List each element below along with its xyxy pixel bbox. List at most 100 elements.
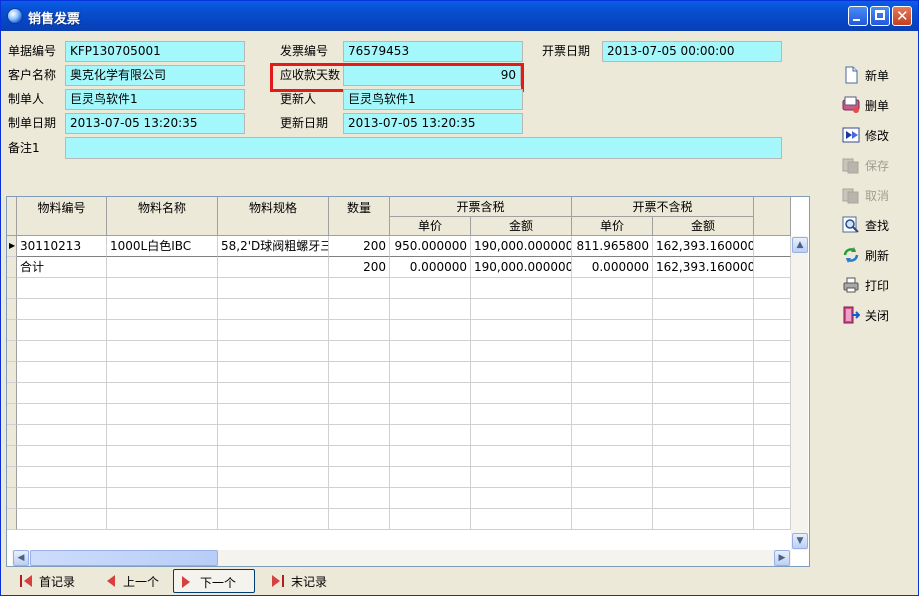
cell-material-no[interactable]: 合计	[17, 257, 107, 278]
cell-filler[interactable]	[754, 341, 791, 362]
cell-material-name[interactable]	[107, 362, 218, 383]
row-indicator[interactable]	[7, 488, 17, 509]
customer-field[interactable]: 奥克化学有限公司	[65, 65, 245, 86]
cell-qty[interactable]	[329, 446, 390, 467]
invoice-date-field[interactable]: 2013-07-05 00:00:00	[602, 41, 782, 62]
minimize-button[interactable]	[848, 6, 868, 26]
row-indicator[interactable]	[7, 278, 17, 299]
cell-material-no[interactable]: 30110213	[17, 236, 107, 257]
cell-material-spec[interactable]	[218, 362, 329, 383]
cell-filler[interactable]	[754, 257, 791, 278]
row-indicator[interactable]	[7, 341, 17, 362]
cell-notax-price[interactable]	[572, 467, 653, 488]
cell-material-name[interactable]	[107, 404, 218, 425]
cell-notax-price[interactable]	[572, 362, 653, 383]
cell-filler[interactable]	[754, 509, 791, 530]
cell-material-spec[interactable]	[218, 446, 329, 467]
cell-tax-amount[interactable]	[471, 341, 572, 362]
cell-tax-price[interactable]	[390, 341, 471, 362]
cell-notax-amount[interactable]	[653, 467, 754, 488]
cell-qty[interactable]	[329, 278, 390, 299]
col-tax-unit-price[interactable]: 单价	[390, 217, 471, 236]
cell-material-no[interactable]	[17, 299, 107, 320]
updated-date-field[interactable]: 2013-07-05 13:20:35	[343, 113, 523, 134]
row-indicator[interactable]: ▶	[7, 236, 17, 257]
cell-notax-amount[interactable]	[653, 362, 754, 383]
col-material-no[interactable]: 物料编号	[17, 197, 107, 236]
horizontal-scroll-thumb[interactable]	[30, 550, 218, 566]
cell-tax-amount[interactable]	[471, 383, 572, 404]
cell-filler[interactable]	[754, 299, 791, 320]
row-indicator[interactable]	[7, 299, 17, 320]
cell-material-spec[interactable]	[218, 488, 329, 509]
cell-qty[interactable]	[329, 299, 390, 320]
cell-material-name[interactable]	[107, 509, 218, 530]
cell-material-name[interactable]	[107, 425, 218, 446]
prev-record-button[interactable]: 上一个	[97, 569, 171, 593]
cell-notax-price[interactable]	[572, 320, 653, 341]
cell-notax-amount[interactable]	[653, 341, 754, 362]
cell-notax-amount[interactable]	[653, 278, 754, 299]
cell-material-spec[interactable]	[218, 404, 329, 425]
cell-filler[interactable]	[754, 236, 791, 257]
next-record-button[interactable]: 下一个	[173, 569, 255, 593]
first-record-button[interactable]: 首记录	[13, 569, 93, 593]
cell-material-name[interactable]	[107, 488, 218, 509]
cell-tax-price[interactable]	[390, 509, 471, 530]
col-material-spec[interactable]: 物料规格	[218, 197, 329, 236]
refresh-button[interactable]: 刷新	[839, 242, 909, 268]
cell-qty[interactable]	[329, 383, 390, 404]
cell-qty[interactable]: 200	[329, 257, 390, 278]
cell-qty[interactable]	[329, 320, 390, 341]
cell-filler[interactable]	[754, 320, 791, 341]
cell-material-spec[interactable]	[218, 320, 329, 341]
cell-tax-price[interactable]	[390, 299, 471, 320]
cell-tax-price[interactable]	[390, 467, 471, 488]
creator-field[interactable]: 巨灵鸟软件1	[65, 89, 245, 110]
cell-tax-price[interactable]	[390, 362, 471, 383]
cell-tax-amount[interactable]	[471, 404, 572, 425]
scroll-left-button[interactable]: ◀	[13, 550, 29, 566]
cell-qty[interactable]: 200	[329, 236, 390, 257]
col-notax-unit-price[interactable]: 单价	[572, 217, 653, 236]
cell-tax-amount[interactable]	[471, 278, 572, 299]
delete-button[interactable]: 删单	[839, 92, 909, 118]
cell-tax-price[interactable]	[390, 446, 471, 467]
invoice-detail-grid[interactable]: 物料编号 物料名称 物料规格 数量 开票含税 单价 金额 开票不含税 单价 金额…	[6, 196, 810, 567]
cell-material-no[interactable]	[17, 467, 107, 488]
cell-material-no[interactable]	[17, 341, 107, 362]
cell-notax-amount[interactable]	[653, 446, 754, 467]
cell-material-no[interactable]	[17, 509, 107, 530]
close-button[interactable]: 关闭	[839, 302, 909, 328]
cell-notax-amount[interactable]	[653, 383, 754, 404]
cell-tax-amount[interactable]	[471, 320, 572, 341]
cell-tax-price[interactable]: 0.000000	[390, 257, 471, 278]
print-button[interactable]: 打印	[839, 272, 909, 298]
cell-material-no[interactable]	[17, 362, 107, 383]
updater-field[interactable]: 巨灵鸟软件1	[343, 89, 523, 110]
row-indicator[interactable]	[7, 257, 17, 278]
cell-filler[interactable]	[754, 362, 791, 383]
cancel-button[interactable]: 取消	[839, 182, 909, 208]
row-indicator[interactable]	[7, 425, 17, 446]
cell-tax-price[interactable]	[390, 383, 471, 404]
remark-field[interactable]	[65, 137, 782, 159]
cell-qty[interactable]	[329, 467, 390, 488]
cell-filler[interactable]	[754, 488, 791, 509]
cell-tax-price[interactable]	[390, 425, 471, 446]
cell-material-name[interactable]	[107, 467, 218, 488]
invoice-no-field[interactable]: 76579453	[343, 41, 523, 62]
cell-material-spec[interactable]: 58,2'D球阀粗螺牙三	[218, 236, 329, 257]
cell-qty[interactable]	[329, 341, 390, 362]
find-button[interactable]: 查找	[839, 212, 909, 238]
cell-material-no[interactable]	[17, 446, 107, 467]
cell-qty[interactable]	[329, 362, 390, 383]
cell-tax-amount[interactable]	[471, 467, 572, 488]
cell-material-name[interactable]	[107, 320, 218, 341]
cell-notax-amount[interactable]	[653, 509, 754, 530]
cell-material-name[interactable]	[107, 257, 218, 278]
scroll-up-button[interactable]: ▲	[792, 237, 808, 253]
col-notax-amount[interactable]: 金额	[653, 217, 754, 236]
cell-filler[interactable]	[754, 425, 791, 446]
cell-tax-amount[interactable]: 190,000.000000	[471, 257, 572, 278]
